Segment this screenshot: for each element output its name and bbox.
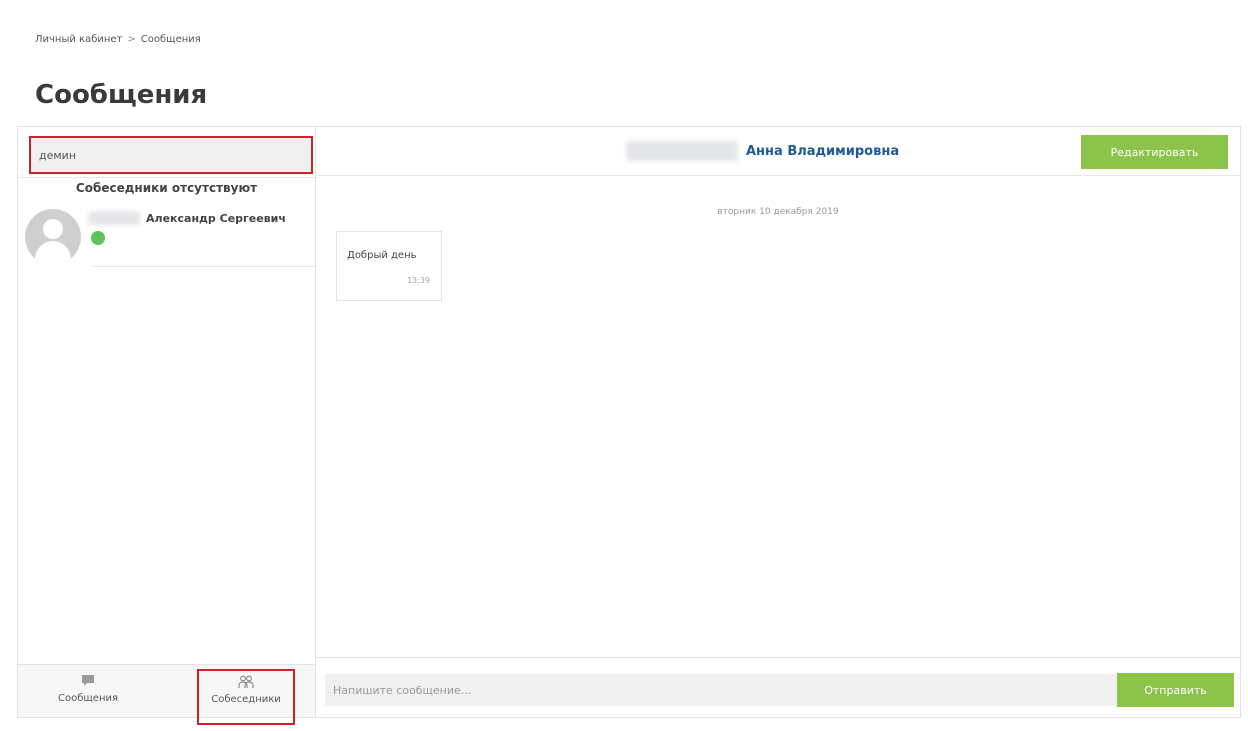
online-status-icon — [91, 231, 105, 245]
message-text: Добрый день — [347, 250, 417, 261]
contact-name: Александр Сергеевич — [146, 212, 286, 225]
compose-bar: Отправить — [316, 657, 1240, 718]
blurred-surname — [626, 141, 738, 161]
message-input[interactable] — [325, 674, 1119, 706]
divider — [93, 266, 315, 267]
chat-contact-name[interactable]: Анна Владимировна — [746, 144, 899, 159]
chat-header: Анна Владимировна Редактировать — [316, 127, 1240, 176]
tab-contacts[interactable]: Собеседники — [197, 669, 295, 725]
sidebar-tabs: Сообщения Собеседники — [18, 664, 315, 725]
search-box — [29, 136, 313, 174]
tab-messages-label: Сообщения — [57, 693, 118, 704]
breadcrumb: Личный кабинет > Сообщения — [35, 34, 201, 45]
blurred-surname — [88, 211, 140, 225]
tab-contacts-label: Собеседники — [211, 694, 281, 705]
send-button[interactable]: Отправить — [1117, 673, 1234, 707]
date-separator: вторник 10 декабря 2019 — [717, 207, 839, 217]
avatar — [25, 209, 81, 265]
edit-button[interactable]: Редактировать — [1081, 135, 1228, 169]
people-icon — [199, 675, 293, 689]
breadcrumb-home-link[interactable]: Личный кабинет — [35, 34, 122, 45]
page-title: Сообщения — [35, 80, 208, 110]
divider — [18, 177, 315, 178]
search-input[interactable] — [31, 138, 311, 172]
contact-item[interactable]: Александр Сергеевич — [18, 203, 315, 267]
chat-bubble-icon — [38, 674, 138, 688]
messages-panel: Собеседники отсутствуют Александр Сергее… — [17, 126, 1241, 725]
breadcrumb-current: Сообщения — [140, 34, 201, 45]
message-bubble: Добрый день 13:39 — [336, 231, 442, 301]
no-contacts-label: Собеседники отсутствуют — [75, 181, 258, 195]
message-time: 13:39 — [406, 276, 430, 285]
breadcrumb-separator: > — [127, 34, 136, 45]
chat-area: Анна Владимировна Редактировать вторник … — [316, 127, 1240, 717]
tab-messages[interactable]: Сообщения — [38, 665, 138, 717]
contacts-sidebar: Собеседники отсутствуют Александр Сергее… — [18, 127, 316, 725]
